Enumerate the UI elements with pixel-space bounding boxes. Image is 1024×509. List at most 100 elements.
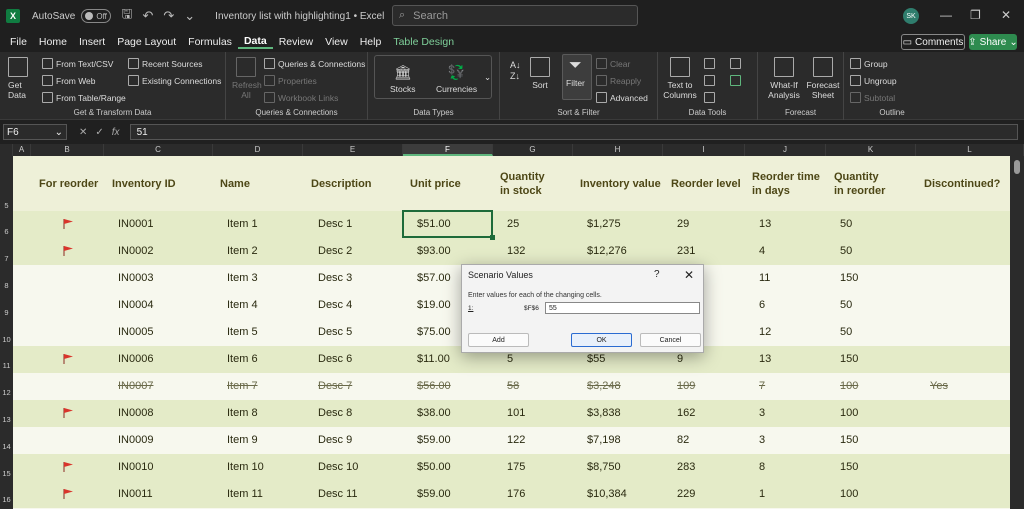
cell-qty[interactable]: 58 bbox=[507, 373, 519, 400]
from-text-csv-button[interactable]: From Text/CSV bbox=[42, 58, 113, 69]
col-header[interactable]: J bbox=[745, 144, 826, 156]
table-row[interactable]: IN0008 Item 8 Desc 8 $38.00 101 $3,838 162 3 100 bbox=[13, 400, 1010, 427]
name-box[interactable]: F6 ⌄ bbox=[3, 124, 67, 140]
cell-level[interactable]: 82 bbox=[677, 427, 689, 454]
cell-level[interactable]: 162 bbox=[677, 400, 695, 427]
cell-value[interactable]: $3,248 bbox=[587, 373, 621, 400]
row-number[interactable]: 6 bbox=[0, 227, 13, 236]
row-number[interactable]: 10 bbox=[0, 335, 13, 344]
cell-price[interactable]: $50.00 bbox=[417, 454, 451, 481]
cell-id[interactable]: IN0002 bbox=[118, 238, 153, 265]
cell-id[interactable]: IN0004 bbox=[118, 292, 153, 319]
header-name[interactable]: Name bbox=[220, 156, 250, 211]
stocks-button[interactable]: 🏛 Stocks bbox=[390, 64, 416, 94]
cell-days[interactable]: 13 bbox=[759, 211, 771, 238]
menu-table-design[interactable]: Table Design bbox=[387, 36, 460, 48]
cell-reorder[interactable]: 50 bbox=[840, 238, 852, 265]
header-description[interactable]: Description bbox=[311, 156, 372, 211]
cell-reorder[interactable]: 150 bbox=[840, 265, 858, 292]
search-input[interactable]: ⌕ Search bbox=[392, 5, 638, 26]
cell-days[interactable]: 1 bbox=[759, 481, 765, 508]
table-row[interactable]: IN0002 Item 2 Desc 2 $93.00 132 $12,276 231 4 50 bbox=[13, 238, 1010, 265]
row-number[interactable]: 7 bbox=[0, 254, 13, 263]
cell-desc[interactable]: Desc 4 bbox=[318, 292, 352, 319]
sort-button[interactable]: Sort bbox=[530, 57, 550, 90]
header-discontinued[interactable]: Discontinued? bbox=[924, 156, 1000, 211]
cell-desc[interactable]: Desc 7 bbox=[318, 373, 352, 400]
customize-toolbar-icon[interactable]: ⌄ bbox=[184, 8, 195, 24]
group-button[interactable]: Group bbox=[850, 58, 888, 69]
cell-days[interactable]: 3 bbox=[759, 400, 765, 427]
reapply-button[interactable]: Reapply bbox=[596, 75, 641, 86]
cell-qty[interactable]: 176 bbox=[507, 481, 525, 508]
table-row[interactable]: IN0001 Item 1 Desc 1 $51.00 25 $1,275 29 13 50 bbox=[13, 211, 1010, 238]
row-number[interactable]: 5 bbox=[0, 201, 13, 210]
from-web-button[interactable]: From Web bbox=[42, 75, 96, 86]
refresh-all-button[interactable]: Refresh All bbox=[232, 57, 262, 100]
cell-name[interactable]: Item 11 bbox=[227, 481, 263, 508]
col-header[interactable]: C bbox=[104, 144, 213, 156]
text-to-columns-button[interactable]: Text to Columns bbox=[662, 57, 698, 100]
col-header[interactable]: E bbox=[303, 144, 403, 156]
cell-id[interactable]: IN0007 bbox=[118, 373, 153, 400]
queries-connections-button[interactable]: Queries & Connections bbox=[264, 58, 365, 69]
col-header[interactable]: H bbox=[573, 144, 663, 156]
avatar[interactable]: SK bbox=[903, 8, 919, 24]
flash-fill-icon[interactable] bbox=[704, 58, 715, 69]
cell-id[interactable]: IN0003 bbox=[118, 265, 153, 292]
cell-value[interactable]: $8,750 bbox=[587, 454, 621, 481]
header-inventory-value[interactable]: Inventory value bbox=[580, 156, 661, 211]
workbook-links-button[interactable]: Workbook Links bbox=[264, 92, 338, 103]
formula-input[interactable]: 51 bbox=[129, 124, 1018, 140]
cell-level[interactable]: 29 bbox=[677, 211, 689, 238]
cell-id[interactable]: IN0011 bbox=[118, 481, 153, 508]
cell-level[interactable]: 109 bbox=[677, 373, 695, 400]
ok-button[interactable]: OK bbox=[571, 333, 632, 347]
cell-qty[interactable]: 175 bbox=[507, 454, 525, 481]
row-number[interactable]: 14 bbox=[0, 442, 13, 451]
autosave-toggle[interactable]: Off bbox=[81, 9, 112, 23]
subtotal-button[interactable]: Subtotal bbox=[850, 92, 895, 103]
cell-days[interactable]: 11 bbox=[759, 265, 770, 292]
properties-button[interactable]: Properties bbox=[264, 75, 317, 86]
sort-az-icon[interactable]: A↓ Z↓ bbox=[510, 60, 521, 82]
cell-id[interactable]: IN0001 bbox=[118, 211, 153, 238]
cell-level[interactable]: 229 bbox=[677, 481, 695, 508]
cell-desc[interactable]: Desc 5 bbox=[318, 319, 352, 346]
what-if-button[interactable]: What-If Analysis bbox=[766, 57, 802, 100]
scenario-value-input[interactable]: 55 bbox=[545, 302, 700, 314]
cell-desc[interactable]: Desc 9 bbox=[318, 427, 352, 454]
cell-days[interactable]: 12 bbox=[759, 319, 771, 346]
cell-name[interactable]: Item 9 bbox=[227, 427, 258, 454]
col-header[interactable]: B bbox=[31, 144, 104, 156]
save-icon[interactable]: 🖫 bbox=[121, 5, 132, 27]
cell-qty[interactable]: 25 bbox=[507, 211, 519, 238]
cell-desc[interactable]: Desc 3 bbox=[318, 265, 352, 292]
cell-name[interactable]: Item 8 bbox=[227, 400, 258, 427]
minimize-icon[interactable]: — bbox=[940, 8, 952, 22]
cell-name[interactable]: Item 7 bbox=[227, 373, 258, 400]
cell-qty[interactable]: 122 bbox=[507, 427, 525, 454]
cell-days[interactable]: 6 bbox=[759, 292, 765, 319]
row-number[interactable]: 13 bbox=[0, 415, 13, 424]
cell-price[interactable]: $59.00 bbox=[417, 427, 451, 454]
cell-reorder[interactable]: 100 bbox=[840, 373, 858, 400]
cell-days[interactable]: 7 bbox=[759, 373, 765, 400]
cell-id[interactable]: IN0009 bbox=[118, 427, 153, 454]
cell-reorder[interactable]: 50 bbox=[840, 211, 852, 238]
cell-name[interactable]: Item 4 bbox=[227, 292, 258, 319]
consolidate-icon[interactable] bbox=[730, 58, 741, 69]
col-header[interactable]: G bbox=[493, 144, 573, 156]
cell-name[interactable]: Item 5 bbox=[227, 319, 258, 346]
table-row[interactable]: IN0011 Item 11 Desc 11 $59.00 176 $10,384 229 1… bbox=[13, 481, 1010, 508]
cell-value[interactable]: $10,384 bbox=[587, 481, 627, 508]
cell-desc[interactable]: Desc 8 bbox=[318, 400, 352, 427]
row-number[interactable]: 12 bbox=[0, 388, 13, 397]
data-types-more-icon[interactable]: ⌄ bbox=[484, 72, 491, 83]
cell-reorder[interactable]: 50 bbox=[840, 292, 852, 319]
menu-page-layout[interactable]: Page Layout bbox=[111, 36, 182, 48]
row-number[interactable]: 15 bbox=[0, 469, 13, 478]
header-reorder-level[interactable]: Reorder level bbox=[671, 156, 741, 211]
clear-button[interactable]: Clear bbox=[596, 58, 630, 69]
col-header[interactable]: L bbox=[916, 144, 1024, 156]
